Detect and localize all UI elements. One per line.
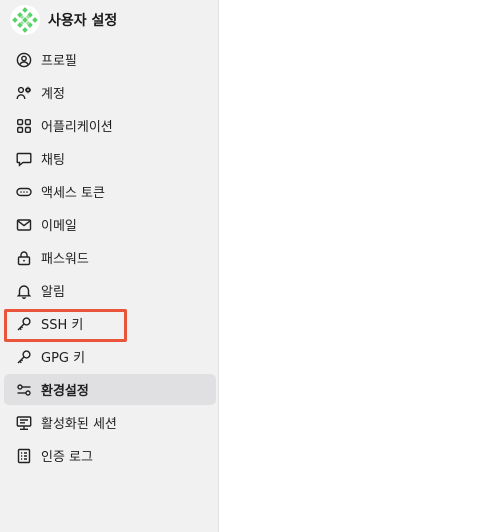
sidebar-title: 사용자 설정 — [48, 13, 118, 29]
log-icon — [16, 448, 32, 464]
nav-item-access-token[interactable]: 액세스 토큰 — [4, 176, 216, 207]
nav-label: 패스워드 — [41, 252, 89, 267]
nav-label: GPG 키 — [41, 351, 86, 366]
nav-label: 채팅 — [41, 153, 65, 168]
nav-label: 프로필 — [41, 54, 77, 69]
settings-nav: 프로필 계정 어플리케이션 채팅 액세스 토큰 이메일 패스워드 알림 SSH … — [4, 44, 216, 473]
key-icon — [16, 316, 32, 332]
settings-sidebar: 사용자 설정 프로필 계정 어플리케이션 채팅 액세스 토큰 이메일 패스워드 … — [0, 0, 219, 532]
nav-label: SSH 키 — [41, 318, 84, 333]
nav-item-notifications[interactable]: 알림 — [4, 275, 216, 306]
nav-label: 환경설정 — [41, 384, 89, 399]
user-circle-icon — [16, 52, 32, 68]
nav-label: 어플리케이션 — [41, 120, 113, 135]
nav-item-profile[interactable]: 프로필 — [4, 44, 216, 75]
preferences-icon — [16, 382, 32, 398]
key-icon — [16, 349, 32, 365]
nav-item-auth-log[interactable]: 인증 로그 — [4, 440, 216, 471]
apps-grid-icon — [16, 118, 32, 134]
chat-bubble-icon — [16, 151, 32, 167]
main-content-area — [219, 0, 479, 532]
sidebar-header: 사용자 설정 — [10, 5, 117, 35]
nav-label: 인증 로그 — [41, 450, 93, 465]
nav-label: 계정 — [41, 87, 65, 102]
bell-icon — [16, 283, 32, 299]
nav-item-password[interactable]: 패스워드 — [4, 242, 216, 273]
nav-item-chat[interactable]: 채팅 — [4, 143, 216, 174]
nav-item-gpg-keys[interactable]: GPG 키 — [4, 341, 216, 372]
nav-item-preferences[interactable]: 환경설정 — [4, 374, 216, 405]
token-icon — [16, 184, 32, 200]
nav-label: 이메일 — [41, 219, 77, 234]
lock-icon — [16, 250, 32, 266]
diamond-grid-logo-icon — [10, 5, 40, 35]
nav-label: 액세스 토큰 — [41, 186, 105, 201]
nav-item-active-sessions[interactable]: 활성화된 세션 — [4, 407, 216, 438]
mail-icon — [16, 217, 32, 233]
nav-item-email[interactable]: 이메일 — [4, 209, 216, 240]
nav-label: 알림 — [41, 285, 65, 300]
nav-item-ssh-keys[interactable]: SSH 키 — [4, 308, 216, 339]
nav-label: 활성화된 세션 — [41, 417, 117, 432]
nav-item-applications[interactable]: 어플리케이션 — [4, 110, 216, 141]
user-gear-icon — [16, 85, 32, 101]
nav-item-account[interactable]: 계정 — [4, 77, 216, 108]
monitor-icon — [16, 415, 32, 431]
